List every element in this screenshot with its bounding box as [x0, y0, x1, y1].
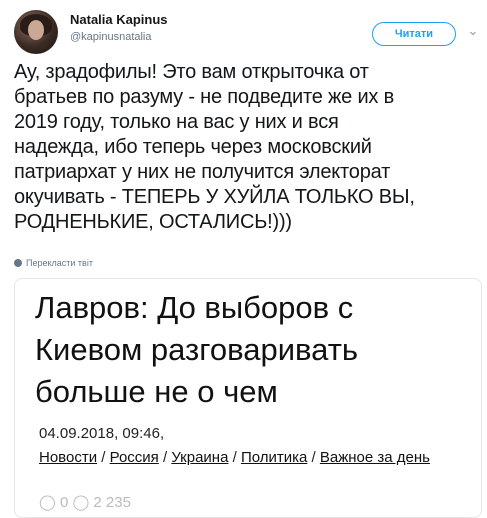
translate-label: Перекласти твіт	[26, 258, 93, 268]
follow-button[interactable]: Читати	[372, 22, 456, 46]
avatar[interactable]	[14, 10, 58, 54]
avatar-face	[28, 20, 44, 40]
category-link[interactable]: Украина	[171, 449, 228, 466]
chevron-down-icon[interactable]: ⌄	[466, 24, 480, 38]
link-preview-card[interactable]: Лавров: До выборов с Киевом разговариват…	[14, 278, 482, 518]
tweet-header: Natalia Kapinus @kapinusnatalia Читати ⌄	[0, 0, 487, 60]
tweet-text: Ау, зрадофилы! Это вам открыточка от бра…	[14, 61, 415, 233]
category-link[interactable]: Политика	[241, 449, 307, 466]
category-separator: /	[97, 449, 110, 466]
category-separator: /	[307, 449, 320, 466]
category-separator: /	[228, 449, 241, 466]
globe-icon	[14, 259, 22, 267]
card-date: 04.09.2018, 09:46,	[39, 425, 165, 442]
card-stats: ◯ 0 ◯ 2 235	[39, 494, 131, 511]
author-handle[interactable]: @kapinusnatalia	[70, 31, 152, 43]
category-link[interactable]: Новости	[39, 449, 97, 466]
category-separator: /	[158, 449, 172, 466]
category-link[interactable]: Важное за день	[320, 449, 430, 466]
card-categories: Новости / Россия / Украина / Политика / …	[39, 447, 459, 469]
translate-tweet-link[interactable]: Перекласти твіт	[14, 258, 93, 268]
card-title[interactable]: Лавров: До выборов с Киевом разговариват…	[35, 287, 475, 413]
category-link[interactable]: Россия	[110, 449, 159, 466]
author-name[interactable]: Natalia Kapinus	[70, 12, 168, 27]
